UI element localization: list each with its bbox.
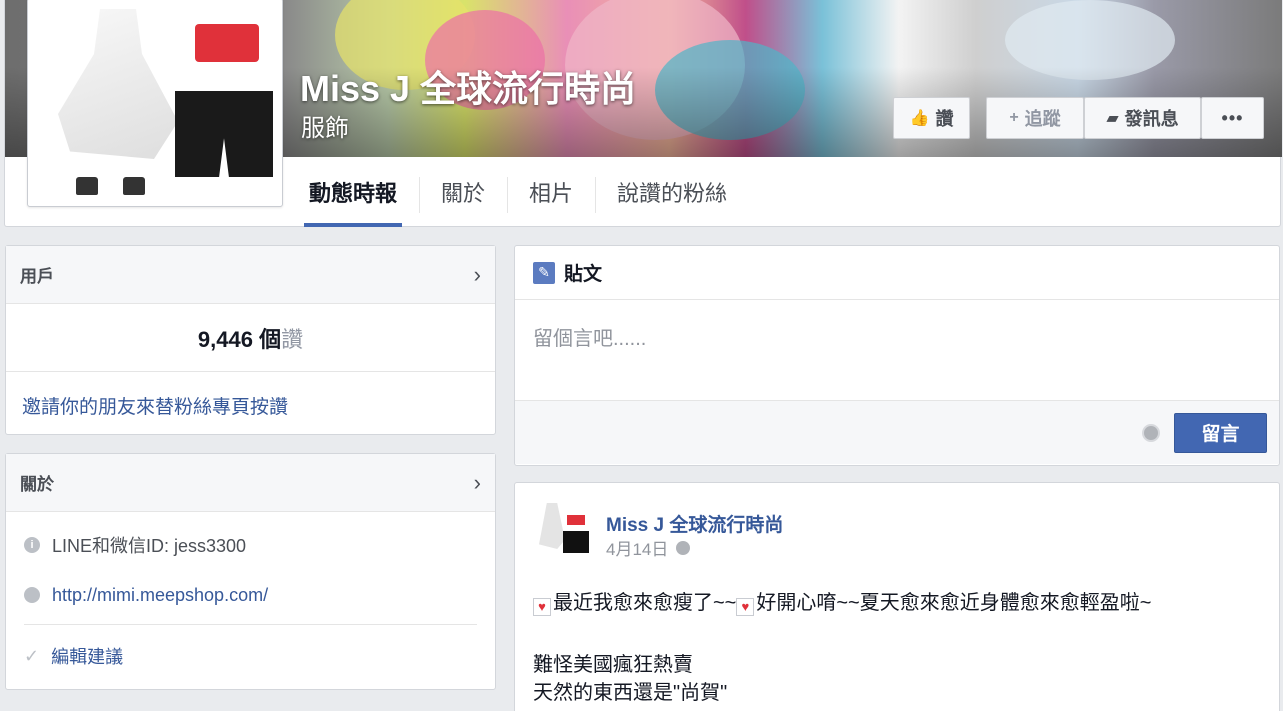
post-body: ♥ 最近我愈來愈瘦了~~ ♥ 好開心唷~~夏天愈來愈近身體愈來愈輕盈啦~ 難怪美國瘋狂…: [533, 589, 1267, 707]
tab-about[interactable]: 關於: [419, 157, 507, 227]
composer-header: ✎ 貼文: [515, 246, 1279, 300]
plus-icon: +: [1009, 109, 1019, 126]
invite-friends-link[interactable]: 邀請你的朋友來替粉絲專頁按讚: [6, 372, 495, 439]
likes-card-header[interactable]: 用戶 ›: [6, 246, 495, 304]
about-card-title: 關於: [20, 475, 54, 494]
follow-label: 追蹤: [1024, 109, 1061, 129]
message-icon: ▰: [1106, 110, 1119, 127]
tab-likes[interactable]: 說讚的粉絲: [595, 157, 749, 227]
post-author-avatar[interactable]: [533, 501, 591, 563]
post-author-name[interactable]: Miss J 全球流行時尚: [606, 510, 783, 537]
composer-title: 貼文: [564, 264, 603, 285]
page-name[interactable]: Miss J 全球流行時尚: [300, 60, 636, 112]
like-button[interactable]: 👍 讚: [893, 97, 970, 139]
likes-count-suffix: 讚: [281, 326, 304, 352]
about-card-header[interactable]: 關於 ›: [6, 454, 495, 512]
chevron-right-icon: ›: [473, 469, 481, 495]
post-text: 最近我愈來愈瘦了~~: [553, 592, 737, 614]
about-card: 關於 › i LINE和微信ID: jess3300 http://mimi.m…: [5, 453, 496, 690]
post-meta: 4月14日: [606, 535, 691, 560]
likes-count: 9,446 個 讚: [6, 304, 495, 372]
pencil-icon: ✎: [533, 261, 555, 284]
composer-footer: 留言: [515, 400, 1279, 464]
website-link[interactable]: http://mimi.meepshop.com/: [52, 585, 268, 606]
page-header: Miss J 全球流行時尚 服飾 👍 讚 + 追蹤 ▰ 發訊息 ••• 動態時報…: [4, 0, 1282, 227]
likes-card: 用戶 › 9,446 個 讚 邀請你的朋友來替粉絲專頁按讚: [5, 245, 496, 435]
message-button[interactable]: ▰ 發訊息: [1084, 97, 1201, 139]
heart-icon: ♥: [533, 598, 551, 616]
composer-input[interactable]: 留個言吧......: [515, 300, 1279, 400]
globe-icon[interactable]: [1142, 423, 1160, 442]
post-line-2: 難怪美國瘋狂熱賣: [533, 654, 693, 676]
post-line-1: ♥ 最近我愈來愈瘦了~~ ♥ 好開心唷~~夏天愈來愈近身體愈來愈輕盈啦~: [533, 589, 1267, 617]
post-composer: ✎ 貼文 留個言吧...... 留言: [514, 245, 1280, 466]
divider: [24, 624, 477, 625]
post-text: 好開心唷~~夏天愈來愈近身體愈來愈輕盈啦~: [756, 592, 1152, 614]
message-label: 發訊息: [1124, 109, 1179, 129]
post-line-3: 天然的東西還是"尚賀": [533, 682, 728, 704]
likes-count-value: 9,446 個: [197, 326, 282, 352]
check-icon: ✓: [24, 645, 40, 666]
submit-post-button[interactable]: 留言: [1174, 412, 1267, 453]
like-label: 讚: [935, 109, 954, 129]
edit-suggestion-link[interactable]: 編輯建議: [51, 643, 123, 669]
more-icon: •••: [1221, 107, 1244, 128]
edit-suggestion-row[interactable]: ✓ 編輯建議: [6, 631, 495, 681]
line-id-text: LINE和微信ID: jess3300: [52, 536, 247, 556]
follow-button[interactable]: + 追蹤: [986, 97, 1084, 139]
line-id-row: i LINE和微信ID: jess3300: [6, 520, 495, 570]
globe-icon: [24, 587, 40, 603]
likes-card-title: 用戶: [20, 267, 54, 286]
post-date[interactable]: 4月14日: [606, 535, 668, 560]
heart-icon: ♥: [736, 598, 755, 616]
tab-photos[interactable]: 相片: [507, 157, 595, 227]
chevron-right-icon: ›: [473, 261, 481, 287]
feed-post: Miss J 全球流行時尚 4月14日 ♥ 最近我愈來愈瘦了~~ ♥ 好開心唷~~夏天…: [514, 482, 1280, 711]
page-category: 服飾: [301, 115, 349, 142]
thumbs-up-icon: 👍: [909, 110, 930, 127]
page-tabs: 動態時報 關於 相片 說讚的粉絲: [304, 157, 749, 227]
tab-timeline[interactable]: 動態時報: [304, 157, 403, 227]
more-button[interactable]: •••: [1201, 97, 1264, 139]
info-icon: i: [24, 537, 40, 553]
globe-icon: [676, 540, 691, 555]
profile-picture[interactable]: [27, 0, 283, 207]
website-row: http://mimi.meepshop.com/: [6, 570, 495, 620]
